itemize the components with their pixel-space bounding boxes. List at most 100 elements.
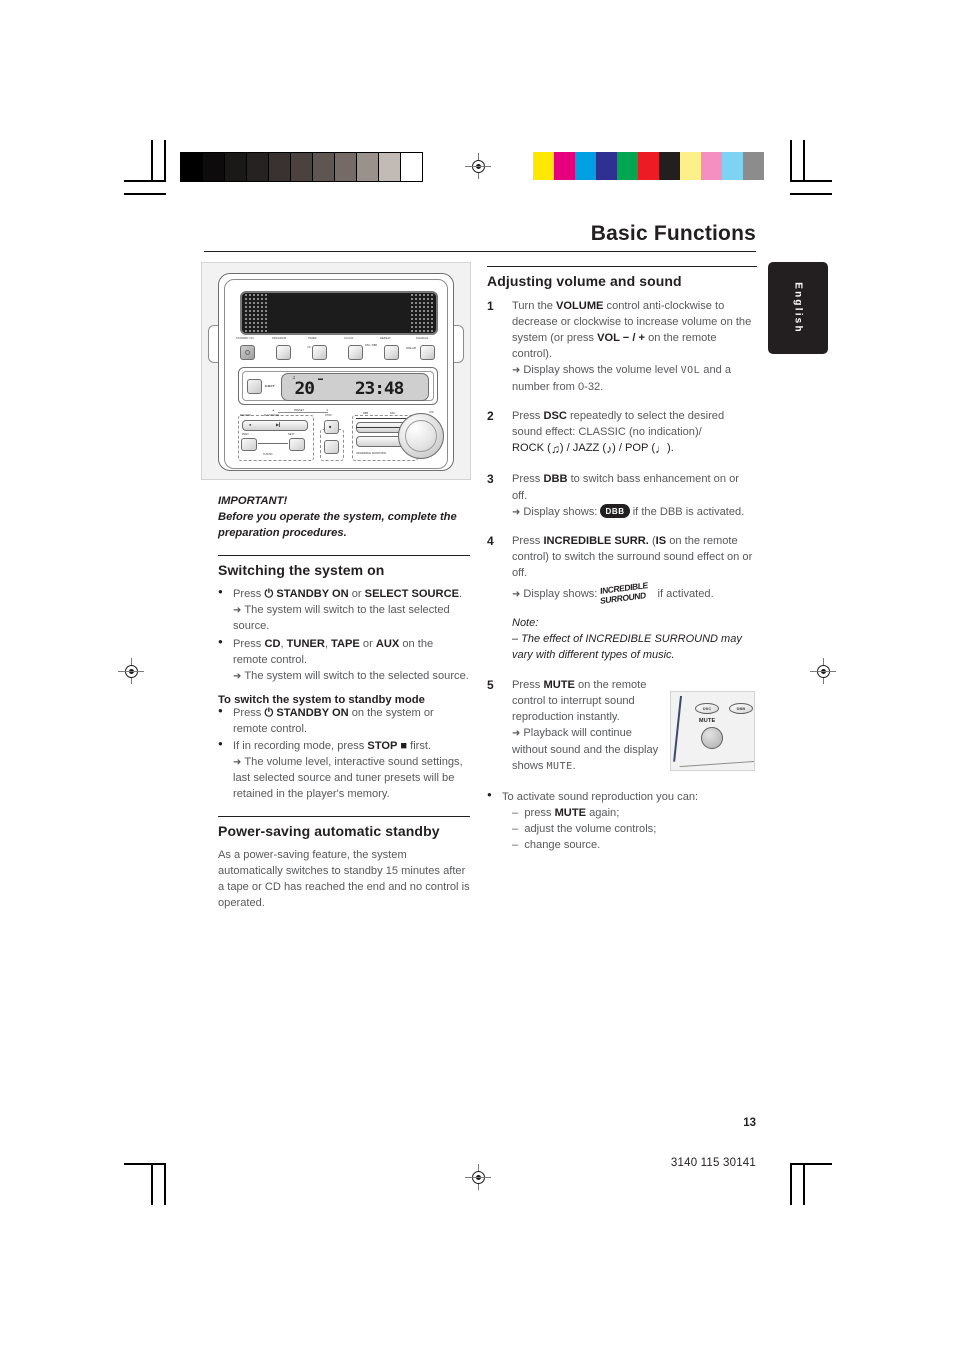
text-run: TUNER	[286, 637, 325, 650]
arrow-icon: ➜	[512, 365, 521, 377]
text-run: − / +	[619, 332, 645, 345]
list-item: Press ⏻ STANDBY ON on the system or remo…	[218, 705, 470, 738]
important-heading: IMPORTANT!	[218, 495, 288, 507]
grayscale-swatch	[181, 153, 203, 181]
crop-mark-br-v2	[803, 1163, 805, 1205]
section2-divider	[218, 816, 470, 818]
crop-mark-tr-h2	[790, 193, 832, 195]
text-run: Press	[512, 535, 544, 548]
text-run: CLASSIC	[578, 425, 626, 438]
crop-mark-tr-v2	[803, 140, 805, 182]
text-run: (no indication)/	[625, 425, 702, 438]
remote-mute-button	[701, 727, 723, 749]
color-swatch	[701, 152, 722, 180]
grayscale-swatch	[269, 153, 291, 181]
device-top-button-row: STANDBY ON PROGRAM TIMER CLOCK REPEAT SHUFFLE…	[236, 337, 438, 363]
step-number: 4	[487, 534, 494, 549]
grayscale-swatch	[313, 153, 335, 181]
text-run: VOLUME	[556, 300, 604, 312]
text-run: STOP	[367, 740, 398, 753]
result-line: ➜ Display shows the volume level VOL and …	[512, 362, 757, 395]
result-text-pre: Display shows:	[523, 588, 601, 601]
step-item-4: 4 Press INCREDIBLE SURR. (IS on the remot…	[487, 533, 757, 606]
text-run: Press	[233, 587, 265, 600]
result-line: ➜ Playback will continue without sound an…	[512, 725, 665, 774]
arrow-icon: ➜	[233, 670, 242, 682]
text-run: VOL	[597, 332, 620, 345]
lcd-readout-text: VOL	[680, 365, 701, 377]
list-item: Press CD, TUNER, TAPE or AUX on the remo…	[218, 636, 470, 685]
activate-sound-option: – change source.	[512, 838, 757, 854]
arrow-icon: ➜	[233, 757, 242, 769]
color-swatch	[743, 152, 764, 180]
page-title: Basic Functions	[590, 222, 756, 245]
step-item-3: 3 Press DBB to switch bass enhancement on…	[487, 471, 757, 520]
lcd-bar-icon: ▬	[318, 376, 323, 382]
text-run: STANDBY ON	[276, 706, 349, 719]
dash-marker: –	[512, 823, 525, 836]
volume-label: VOL	[429, 411, 435, 414]
remote-control-illustration: DSC DBB MUTE	[670, 691, 755, 771]
remote-dsc-label: DSC	[702, 706, 712, 711]
registration-target-left	[118, 658, 144, 684]
device-eject-label: EJECT	[265, 384, 275, 388]
list-item-text: If in recording mode, press STOP ■ first…	[233, 739, 470, 755]
grayscale-swatch	[225, 153, 247, 181]
step-number: 5	[487, 678, 494, 693]
device-lcd-panel: EJECT ♫ ▬ 20 23:48	[238, 367, 438, 405]
stop-button	[324, 420, 339, 434]
device-button-repeat	[384, 345, 399, 360]
remote-body-edge	[673, 695, 682, 762]
switching-system-on-list: Press ⏻ STANDBY ON or SELECT SOURCE.➜The…	[218, 586, 470, 685]
text-run: IS	[655, 535, 667, 548]
step-number: 2	[487, 408, 494, 423]
open-close-button	[324, 440, 339, 454]
effect-name-pop: POP (	[625, 442, 656, 455]
device-button-standby-on	[240, 345, 255, 360]
quarter-note-icon: ♩	[655, 442, 668, 457]
remote-dbb-button: DBB	[729, 703, 753, 714]
record-glyph: ●	[249, 422, 252, 427]
text-run: INCREDIBLE SURR.	[543, 535, 649, 548]
prev-label: PREV	[242, 433, 249, 436]
important-body: Before you operate the system, complete …	[218, 510, 457, 539]
incredible-surround-logo: INCREDIBLE SURROUND	[600, 580, 654, 606]
lcd-readout-text: MUTE	[546, 760, 573, 772]
lcd-time-value: 23:48	[354, 379, 405, 399]
text-run: Turn the	[512, 300, 556, 312]
right-column: Adjusting volume and sound 1 Turn the VOL…	[487, 266, 757, 856]
standby-mode-subheading: To switch the system to standby mode	[218, 693, 425, 706]
option-text-post: again;	[586, 807, 620, 820]
registration-target-top	[465, 153, 491, 179]
tuning-label: TUNING	[263, 453, 273, 456]
text-run: AUX	[375, 637, 400, 650]
grille-dots-right	[410, 293, 434, 333]
activate-sound-sublist: – press MUTE again; – adjust the volume c…	[512, 806, 757, 854]
note-block: Note: – The effect of INCREDIBLE SURROUND…	[512, 616, 757, 664]
result-text-pre: Display shows the volume level	[523, 364, 681, 377]
device-button-label-shuffle: SHUFFLE	[416, 337, 429, 340]
crop-mark-tr-v	[790, 140, 792, 182]
activate-sound-option: – adjust the volume controls;	[512, 822, 757, 838]
color-swatch	[533, 152, 554, 180]
result-text: The system will switch to the selected s…	[244, 669, 469, 682]
text-run: DSC	[543, 409, 567, 422]
text-run: ■	[397, 740, 408, 753]
text-run: Press	[233, 637, 265, 650]
crop-mark-br-h	[790, 1163, 832, 1165]
text-run: Press	[512, 473, 544, 486]
switching-system-on-heading: Switching the system on	[218, 561, 385, 578]
preset-down-label: ▲	[272, 409, 275, 412]
device-button-label-clock: CLOCK	[344, 337, 354, 340]
step-number: 1	[487, 299, 494, 313]
device-illustration: STANDBY ON PROGRAM TIMER CLOCK REPEAT SHUFFLE…	[201, 262, 471, 480]
option-text: change source.	[524, 839, 601, 852]
text-run: first.	[407, 740, 432, 753]
device-button-program	[276, 345, 291, 360]
device-speaker-grille	[240, 291, 438, 335]
incredible-surround-label: INCREDIBLE SURROUND	[356, 452, 387, 455]
power-symbol-icon	[245, 350, 250, 355]
text-run: MUTE	[543, 679, 575, 692]
crop-mark-bl-v	[164, 1163, 166, 1205]
adjusting-volume-divider	[487, 266, 757, 267]
